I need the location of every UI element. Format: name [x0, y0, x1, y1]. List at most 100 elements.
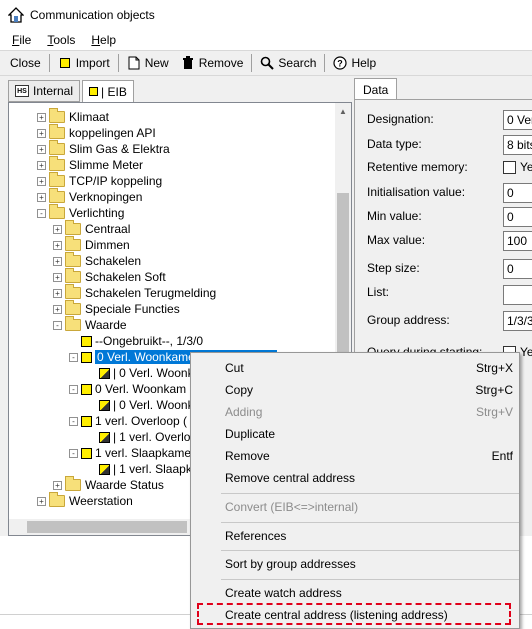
tree-item-label: Waarde Status — [85, 478, 164, 492]
menu-item-references[interactable]: References — [191, 525, 521, 547]
remove-label: Remove — [198, 56, 244, 70]
object-icon — [81, 447, 92, 459]
expand-icon[interactable]: + — [37, 160, 46, 170]
tree-item[interactable]: - 0 Verl. Woonkam — [69, 381, 186, 397]
separator: | — [113, 398, 117, 412]
folder-icon — [49, 124, 65, 139]
scroll-thumb[interactable] — [337, 193, 349, 353]
designation-field[interactable]: 0 Verl — [503, 110, 532, 130]
tree-item[interactable]: - Waarde — [53, 316, 127, 333]
folder-icon — [49, 140, 65, 155]
tree-item[interactable]: - 1 verl. Overloop ( — [69, 413, 187, 429]
tab-eib-label: | EIB — [101, 84, 127, 99]
tree-item[interactable]: + Verknopingen — [37, 188, 142, 205]
tree-item[interactable]: + TCP/IP koppeling — [37, 172, 162, 189]
menu-tools[interactable]: Tools — [39, 33, 83, 47]
init-field[interactable]: 0 — [503, 183, 532, 203]
menu-item-sort[interactable]: Sort by group addresses — [191, 553, 521, 575]
expand-icon[interactable]: + — [53, 480, 62, 490]
expand-icon[interactable]: + — [37, 496, 46, 506]
search-icon — [260, 56, 275, 70]
tree-item-label: Schakelen — [85, 254, 142, 268]
step-field[interactable]: 0 — [503, 259, 532, 279]
tree-item[interactable]: --Ongebruikt--, 1/3/0 — [81, 333, 203, 349]
tree-item[interactable]: + Schakelen Soft — [53, 268, 166, 285]
list-field[interactable] — [503, 285, 532, 305]
help-button[interactable]: ? Help — [327, 52, 382, 74]
menu-item-create-watch[interactable]: Create watch address — [191, 582, 521, 604]
collapse-icon[interactable]: - — [69, 448, 78, 458]
menu-separator — [221, 493, 519, 494]
tree-item-label: --Ongebruikt--, 1/3/0 — [95, 334, 204, 348]
collapse-icon[interactable]: - — [37, 208, 46, 218]
menu-separator — [221, 579, 519, 580]
expand-icon[interactable]: + — [37, 144, 46, 154]
tree-item[interactable]: + Schakelen — [53, 252, 142, 269]
tree-item[interactable]: + Slimme Meter — [37, 156, 143, 173]
toolbar-separator — [117, 54, 119, 72]
object-icon — [81, 415, 92, 427]
tab-data[interactable]: Data — [354, 78, 398, 100]
import-button[interactable]: Import — [52, 52, 116, 74]
menu-item-shortcut: Strg+X — [475, 361, 513, 375]
step-label: Step size: — [367, 261, 420, 275]
expand-icon[interactable]: + — [53, 256, 62, 266]
new-button[interactable]: New — [121, 52, 175, 74]
tree-item-label: Waarde — [85, 318, 127, 332]
datatype-field[interactable]: 8 bits — [503, 135, 532, 155]
expand-icon[interactable]: + — [37, 176, 46, 186]
folder-icon — [65, 316, 81, 331]
retentive-checkbox[interactable]: Ye — [503, 160, 532, 174]
group-address-label: Group address: — [367, 313, 450, 327]
tree-item[interactable]: | 1 verl. Overlo — [99, 429, 190, 445]
menu-item-remove[interactable]: Remove Entf — [191, 445, 521, 467]
tab-internal[interactable]: HS Internal — [8, 80, 81, 102]
collapse-icon[interactable]: - — [69, 416, 78, 426]
expand-icon[interactable]: + — [53, 288, 62, 298]
menu-file[interactable]: File — [4, 33, 39, 47]
menu-help[interactable]: Help — [83, 33, 124, 47]
expand-icon[interactable]: + — [37, 128, 46, 138]
tree-item[interactable]: + Klimaat — [37, 108, 109, 125]
min-field[interactable]: 0 — [503, 207, 532, 227]
tree-item[interactable]: + koppelingen API — [37, 124, 156, 141]
search-button[interactable]: Search — [254, 52, 322, 74]
collapse-icon[interactable]: - — [69, 384, 78, 394]
tree-item-label: 1 verl. Overloop ( — [95, 414, 188, 428]
expand-icon[interactable]: + — [37, 112, 46, 122]
expand-icon[interactable]: + — [53, 240, 62, 250]
tree-item[interactable]: | 0 Verl. Woonk — [99, 397, 194, 413]
remove-button[interactable]: Remove — [175, 52, 250, 74]
datatype-label: Data type: — [367, 137, 422, 151]
menu-item-copy[interactable]: Copy Strg+C — [191, 379, 521, 401]
close-button[interactable]: Close — [4, 52, 47, 74]
collapse-icon[interactable]: - — [69, 352, 78, 362]
eib-icon — [89, 87, 99, 96]
tree-item[interactable]: + Waarde Status — [53, 476, 164, 493]
max-field[interactable]: 100 — [503, 231, 532, 251]
tree-item[interactable]: + Dimmen — [53, 236, 130, 253]
expand-icon[interactable]: + — [53, 272, 62, 282]
menu-item-label: Sort by group addresses — [225, 557, 356, 571]
group-address-field[interactable]: 1/3/3 — [503, 311, 532, 331]
tree-item-label: Slim Gas & Elektra — [69, 142, 170, 156]
collapse-icon[interactable]: - — [53, 320, 62, 330]
tree-item[interactable]: - Verlichting — [37, 204, 124, 221]
menu-item-label: Create watch address — [225, 586, 342, 600]
tree-item[interactable]: + Slim Gas & Elektra — [37, 140, 170, 157]
tab-eib[interactable]: | EIB — [82, 80, 134, 103]
scroll-thumb[interactable] — [27, 521, 187, 533]
expand-icon[interactable]: + — [37, 192, 46, 202]
tree-item[interactable]: - 1 verl. Slaapkame — [69, 445, 191, 461]
tree-item[interactable]: + Centraal — [53, 220, 130, 237]
menu-item-remove-central[interactable]: Remove central address — [191, 467, 521, 489]
menu-item-cut[interactable]: Cut Strg+X — [191, 357, 521, 379]
expand-icon[interactable]: + — [53, 304, 62, 314]
scroll-up-icon[interactable]: ▲ — [335, 103, 351, 119]
expand-icon[interactable]: + — [53, 224, 62, 234]
tree-item[interactable]: + Speciale Functies — [53, 300, 180, 317]
tree-item[interactable]: + Weerstation — [37, 492, 133, 509]
tree-item[interactable]: + Schakelen Terugmelding — [53, 284, 216, 301]
menu-item-duplicate[interactable]: Duplicate — [191, 423, 521, 445]
tree-item[interactable]: | 1 verl. Slaapk — [99, 461, 192, 477]
